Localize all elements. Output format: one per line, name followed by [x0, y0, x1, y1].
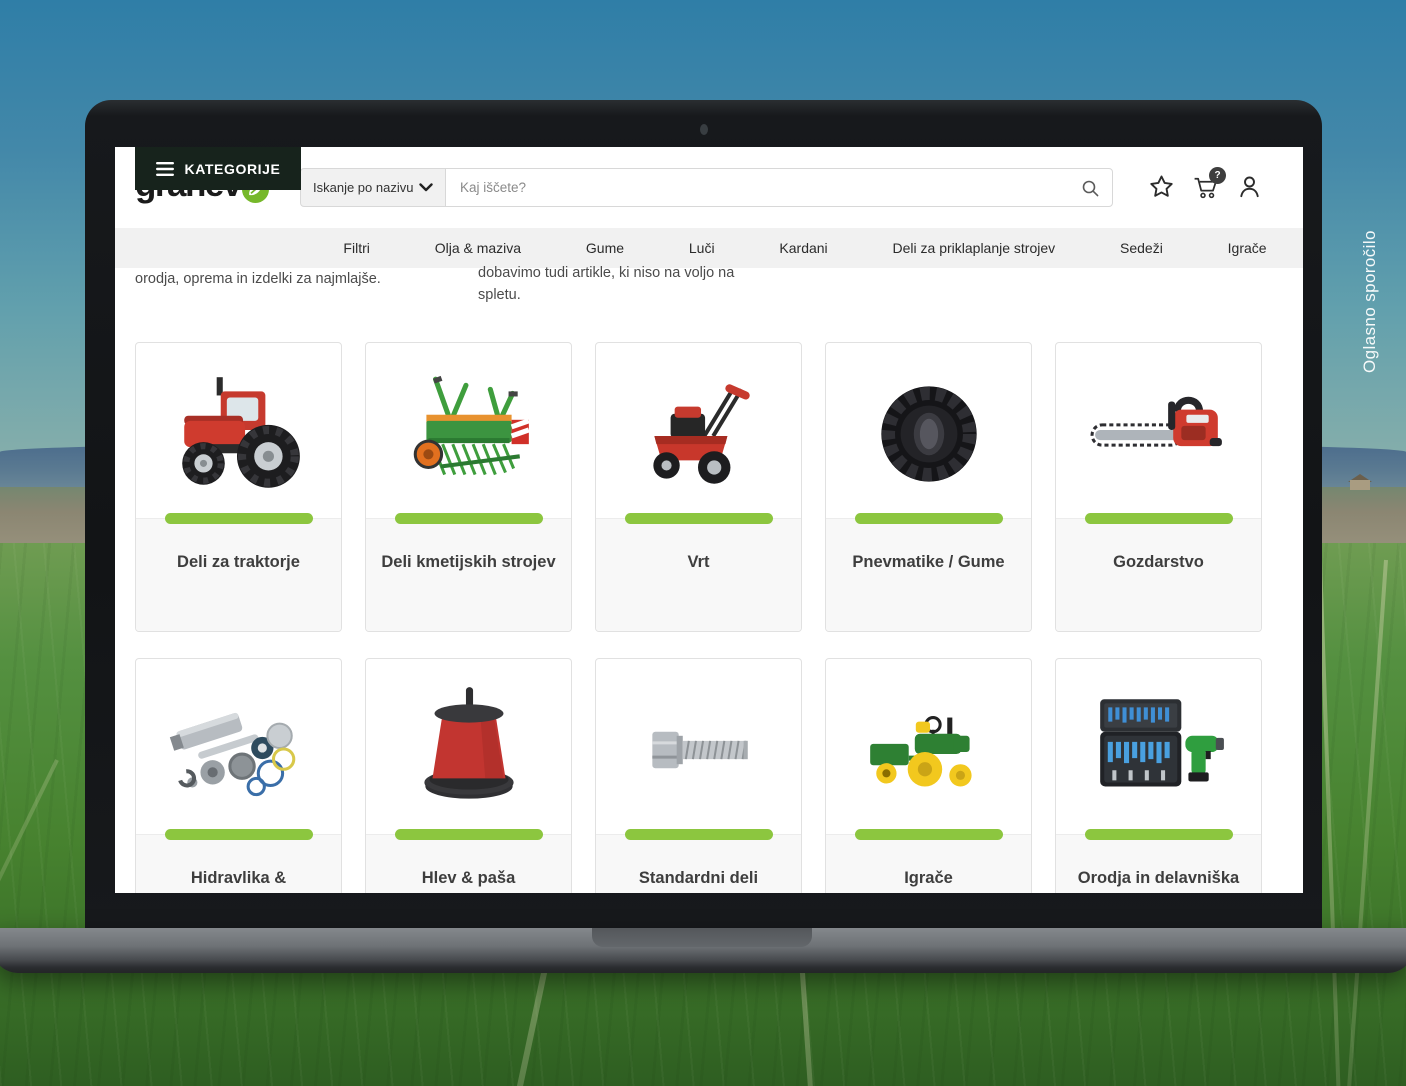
search-bar [445, 168, 1113, 207]
card-label: Orodja in delavniška [1056, 863, 1261, 893]
search-icon[interactable] [1080, 178, 1100, 198]
card-accent-bar [855, 829, 1003, 840]
star-icon [1148, 173, 1175, 200]
nav-item-priklaplanje[interactable]: Deli za priklaplanje strojev [893, 240, 1056, 256]
user-icon [1236, 173, 1263, 200]
card-label: Pnevmatike / Gume [826, 547, 1031, 577]
account-button[interactable] [1236, 173, 1263, 200]
bolt-image [596, 671, 801, 829]
tractor-image [136, 355, 341, 513]
category-grid: Deli za traktorje [135, 342, 1285, 893]
categories-menu-button[interactable]: KATEGORIJE [135, 147, 301, 190]
card-label: Vrt [596, 547, 801, 577]
advertisement-scene: Oglasno sporočilo granev Iskanje po nazi… [0, 0, 1406, 1086]
cart-badge: ? [1209, 167, 1226, 184]
cart-button[interactable]: ? [1192, 173, 1219, 200]
feeder-image [366, 671, 571, 829]
category-card-gozdarstvo[interactable]: Gozdarstvo [1055, 342, 1262, 632]
header-icons: ? [1148, 173, 1263, 200]
webcam-icon [700, 124, 708, 135]
card-label: Standardni deli [596, 863, 801, 893]
nav-item-luci[interactable]: Luči [689, 240, 715, 256]
category-card-hlev-pasa[interactable]: Hlev & paša [365, 658, 572, 893]
search-category-value: Iskanje po nazivu [313, 180, 413, 195]
seed-drill-image [366, 355, 571, 513]
nav-item-filtri[interactable]: Filtri [343, 240, 369, 256]
intro-text-right: dobavimo tudi artikle, ki niso na voljo … [478, 262, 758, 306]
ad-disclosure-label: Oglasno sporočilo [1360, 203, 1380, 373]
category-card-orodja[interactable]: Orodja in delavniška [1055, 658, 1262, 893]
nav-item-gume[interactable]: Gume [586, 240, 624, 256]
category-card-hidravlika[interactable]: Hidravlika & [135, 658, 342, 893]
category-card-vrt[interactable]: Vrt [595, 342, 802, 632]
category-card-igrace[interactable]: Igrače [825, 658, 1032, 893]
toy-tractor-image [826, 671, 1031, 829]
browser-viewport: granev Iskanje po nazivu [115, 147, 1303, 893]
lawnmower-image [596, 355, 801, 513]
category-card-standardni-deli[interactable]: Standardni deli [595, 658, 802, 893]
card-accent-bar [625, 829, 773, 840]
card-accent-bar [395, 513, 543, 524]
card-accent-bar [1085, 513, 1233, 524]
card-accent-bar [625, 513, 773, 524]
favorites-button[interactable] [1148, 173, 1175, 200]
tire-image [826, 355, 1031, 513]
card-accent-bar [165, 513, 313, 524]
card-label: Deli za traktorje [136, 547, 341, 577]
search-category-select[interactable]: Iskanje po nazivu [300, 168, 446, 207]
card-accent-bar [395, 829, 543, 840]
nav-item-kardani[interactable]: Kardani [779, 240, 827, 256]
chevron-down-icon [419, 183, 433, 192]
tool-case-image [1056, 671, 1261, 829]
card-label: Deli kmetijskih strojev [366, 547, 571, 577]
search-input[interactable] [460, 180, 1080, 195]
laptop-base-notch [592, 928, 812, 947]
intro-text-left: orodja, oprema in izdelki za najmlajše. [135, 271, 381, 287]
card-accent-bar [855, 513, 1003, 524]
chainsaw-image [1056, 355, 1261, 513]
category-card-pnevmatike-gume[interactable]: Pnevmatike / Gume [825, 342, 1032, 632]
card-label: Gozdarstvo [1056, 547, 1261, 577]
nav-item-igrace[interactable]: Igrače [1228, 240, 1267, 256]
category-card-deli-kmetijskih-strojev[interactable]: Deli kmetijskih strojev [365, 342, 572, 632]
hamburger-icon [156, 162, 174, 176]
card-label: Igrače [826, 863, 1031, 893]
categories-menu-label: KATEGORIJE [185, 161, 281, 177]
category-card-deli-za-traktorje[interactable]: Deli za traktorje [135, 342, 342, 632]
hydraulic-parts-image [136, 671, 341, 829]
card-accent-bar [165, 829, 313, 840]
nav-item-sedezi[interactable]: Sedeži [1120, 240, 1163, 256]
card-label: Hlev & paša [366, 863, 571, 893]
card-accent-bar [1085, 829, 1233, 840]
farmhouse [1348, 474, 1374, 490]
nav-item-olja-maziva[interactable]: Olja & maziva [435, 240, 521, 256]
card-label: Hidravlika & [136, 863, 341, 893]
